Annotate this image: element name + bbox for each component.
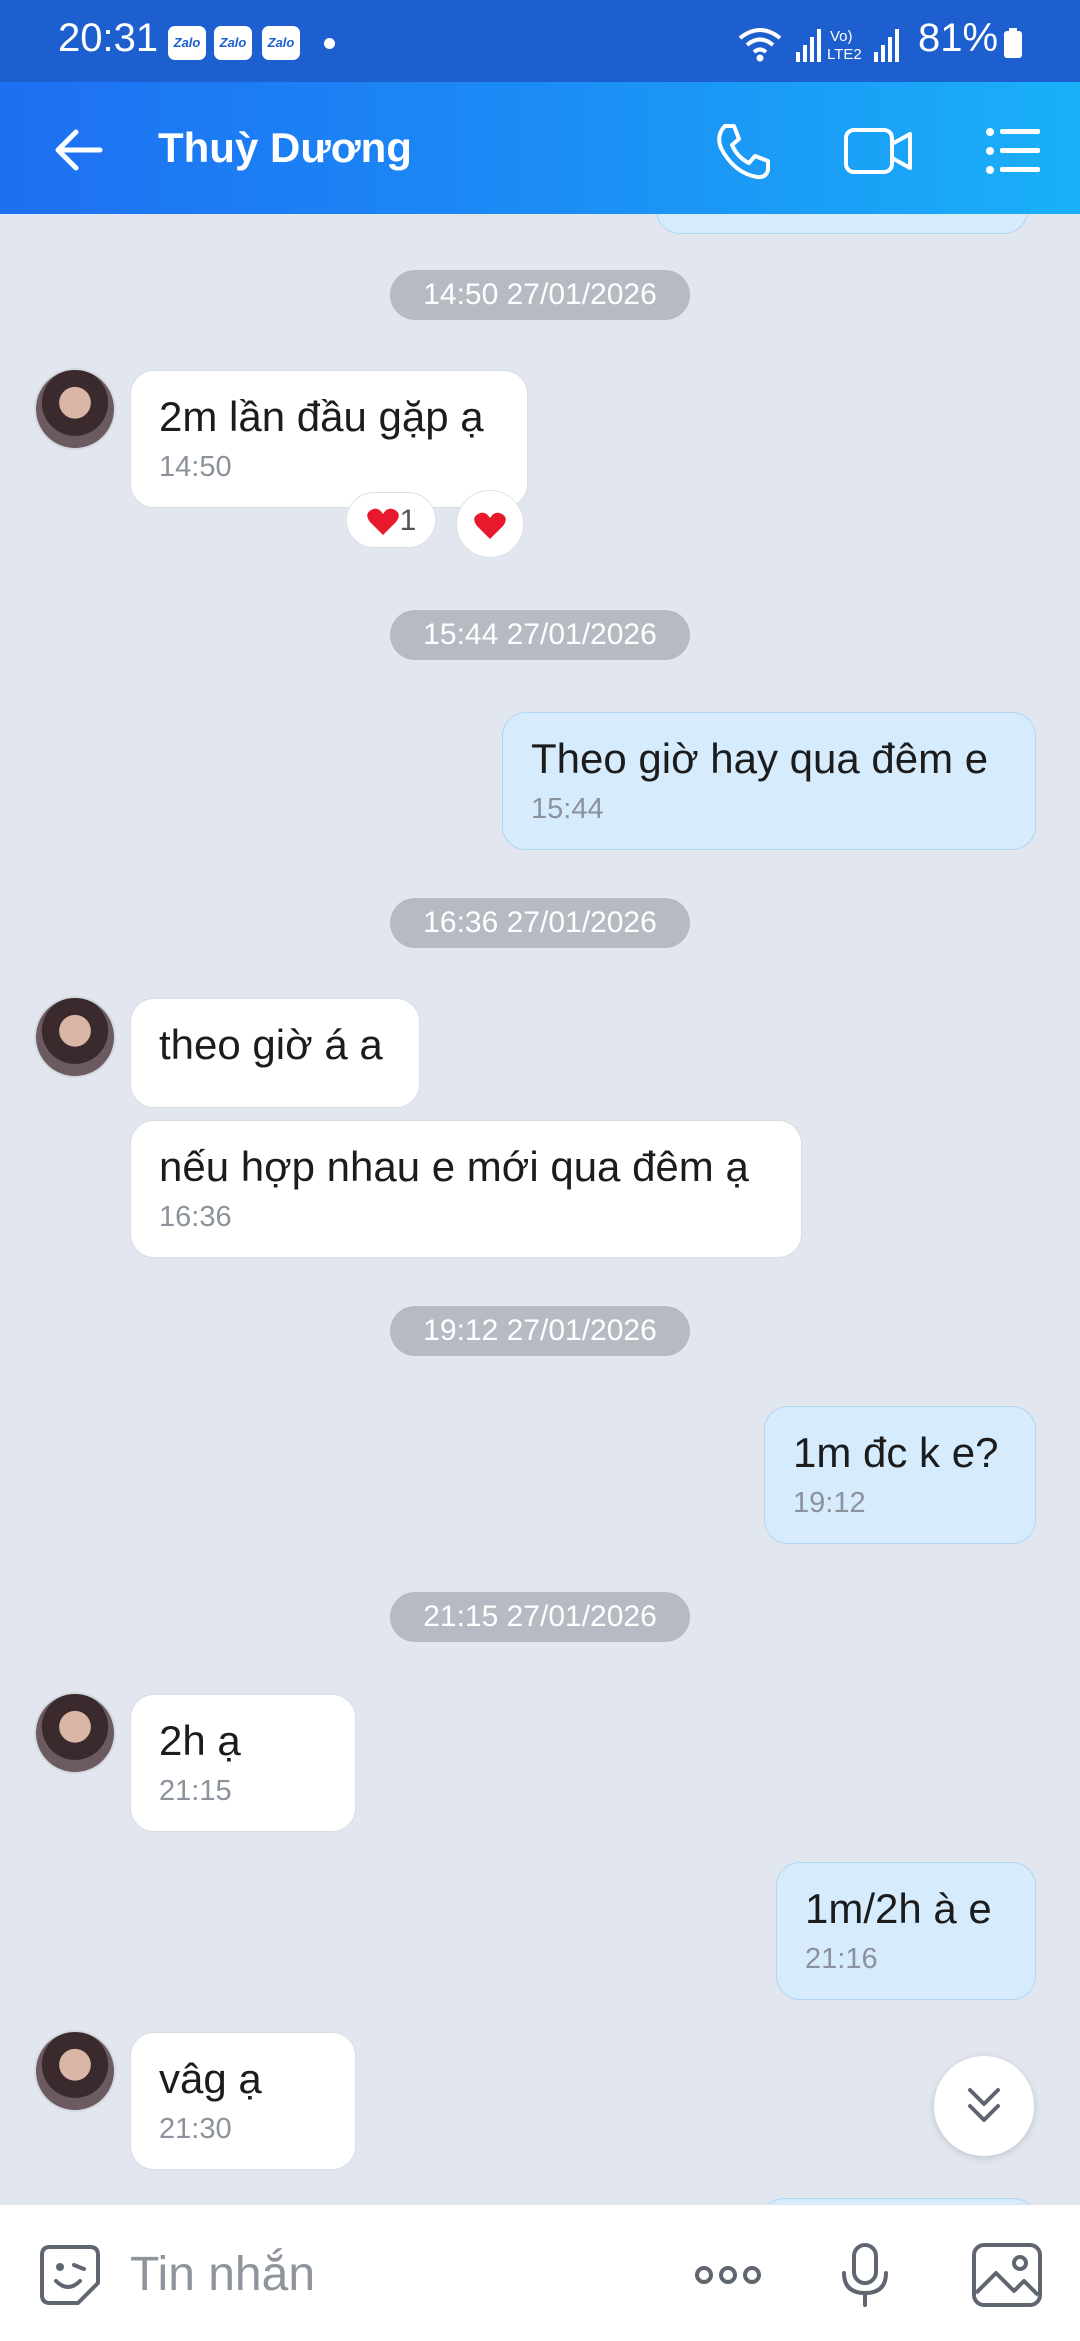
message-time: 19:12 — [793, 1487, 866, 1519]
zalo-notification-icon: Zalo — [262, 26, 300, 60]
message-input[interactable]: Tin nhắn — [130, 2247, 315, 2302]
message-bubble-incoming[interactable]: vâg ạ 21:30 — [130, 2032, 356, 2170]
message-text: theo giờ á a — [159, 1021, 383, 1068]
message-composer: Tin nhắn — [0, 2204, 1080, 2341]
zalo-notification-icon: Zalo — [214, 26, 252, 60]
zalo-notification-icon: Zalo — [168, 26, 206, 60]
network-label-bottom: LTE2 — [827, 46, 862, 63]
phone-icon[interactable] — [710, 118, 776, 184]
contact-avatar[interactable] — [34, 368, 116, 450]
date-separator: 21:15 27/01/2026 — [390, 1592, 690, 1642]
message-bubble-incoming[interactable]: nếu hợp nhau e mới qua đêm ạ 16:36 — [130, 1120, 802, 1258]
battery-icon — [1004, 28, 1022, 58]
sticker-icon[interactable] — [36, 2241, 104, 2309]
date-separator: 19:12 27/01/2026 — [390, 1306, 690, 1356]
message-time: 16:36 — [159, 1201, 232, 1233]
message-bubble-outgoing[interactable]: 1m đc k e? 19:12 — [764, 1406, 1036, 1544]
message-bubble-incoming[interactable]: 2h ạ 21:15 — [130, 1694, 356, 1832]
message-bubble-incoming[interactable]: 2m lần đầu gặp ạ 14:50 — [130, 370, 528, 508]
menu-list-icon[interactable] — [980, 118, 1046, 184]
heart-icon — [474, 512, 506, 540]
chat-message-list[interactable]: 14:50 27/01/2026 2m lần đầu gặp ạ 14:50 … — [0, 214, 1080, 2204]
contact-avatar[interactable] — [34, 1692, 116, 1774]
reaction-summary[interactable]: 1 — [346, 492, 436, 548]
message-text: 2m lần đầu gặp ạ — [159, 393, 484, 440]
message-time: 21:15 — [159, 1775, 232, 1807]
message-text: Theo giờ hay qua đêm e — [531, 735, 989, 782]
message-time: 14:50 — [159, 451, 232, 483]
previous-message-bubble[interactable] — [656, 214, 1028, 234]
contact-name[interactable]: Thuỳ Dương — [158, 124, 412, 172]
signal-wifi-icons: Vo) LTE2 — [738, 28, 899, 63]
message-time: 21:16 — [805, 1943, 878, 1975]
back-arrow-icon[interactable] — [50, 122, 106, 178]
contact-avatar[interactable] — [34, 996, 116, 1078]
message-text: 1m đc k e? — [793, 1429, 999, 1476]
heart-icon — [366, 508, 399, 536]
more-options-icon[interactable] — [688, 2241, 768, 2309]
message-text: 2h ạ — [159, 1717, 241, 1764]
message-bubble-outgoing[interactable]: Theo giờ hay qua đêm e 15:44 — [502, 712, 1036, 850]
scroll-to-bottom-button[interactable] — [934, 2056, 1034, 2156]
date-separator: 14:50 27/01/2026 — [390, 270, 690, 320]
message-time: 21:30 — [159, 2113, 232, 2145]
contact-avatar[interactable] — [34, 2030, 116, 2112]
message-text: vâg ạ — [159, 2055, 262, 2102]
message-bubble-incoming[interactable]: theo giờ á a — [130, 998, 420, 1108]
message-text: 1m/2h à e — [805, 1885, 992, 1932]
battery-percent: 81% — [918, 16, 999, 60]
message-bubble-outgoing[interactable]: 1m/2h à e 21:16 — [776, 1862, 1036, 2000]
notification-dot-icon — [324, 38, 335, 49]
double-chevron-down-icon — [968, 2088, 1000, 2122]
image-icon[interactable] — [970, 2241, 1044, 2309]
video-call-icon[interactable] — [842, 118, 914, 184]
date-separator: 16:36 27/01/2026 — [390, 898, 690, 948]
date-separator: 15:44 27/01/2026 — [390, 610, 690, 660]
status-time: 20:31 — [58, 16, 159, 60]
network-label-top: Vo) — [830, 28, 853, 45]
chat-header: Thuỳ Dương — [0, 82, 1080, 214]
message-time: 15:44 — [531, 793, 604, 825]
react-button[interactable] — [456, 490, 524, 558]
microphone-icon[interactable] — [830, 2241, 900, 2309]
message-text: nếu hợp nhau e mới qua đêm ạ — [159, 1143, 749, 1190]
reaction-count: 1 — [399, 504, 417, 537]
status-bar: 20:31 Zalo Zalo Zalo Vo) LTE2 81% — [0, 0, 1080, 82]
